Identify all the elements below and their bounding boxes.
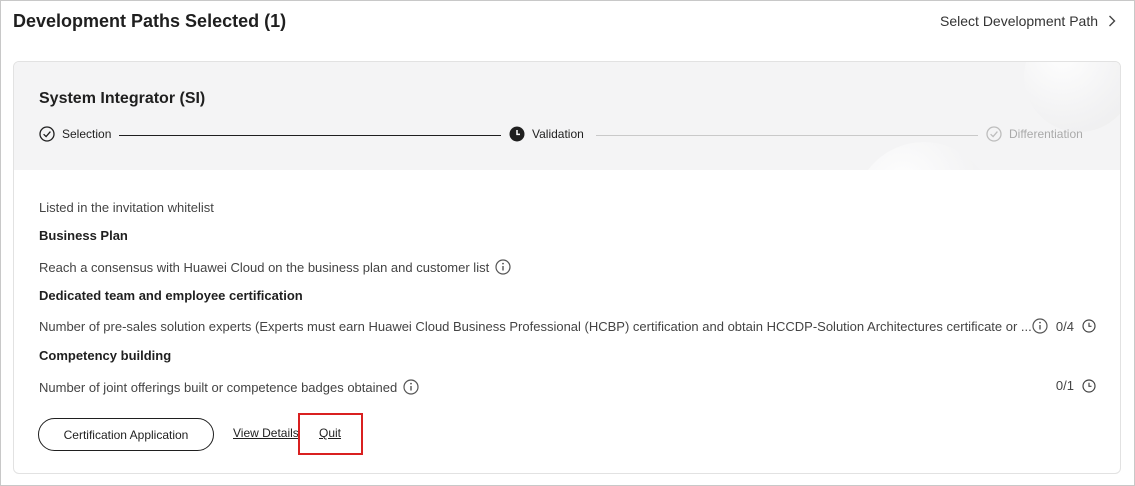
step-differentiation: Differentiation	[986, 126, 1083, 142]
page-frame: Development Paths Selected (1) Select De…	[0, 0, 1135, 486]
clock-filled-icon	[509, 126, 525, 142]
chevron-right-icon	[1109, 15, 1116, 27]
step-connector	[119, 135, 501, 136]
development-path-card: System Integrator (SI) Selection Validat…	[13, 61, 1121, 474]
step-label: Validation	[532, 127, 584, 141]
requirement-text: Number of joint offerings built or compe…	[39, 379, 398, 395]
progress-count: 0/4	[1055, 318, 1074, 334]
requirement-item: Reach a consensus with Huawei Cloud on t…	[39, 259, 511, 275]
select-development-path-label: Select Development Path	[940, 13, 1098, 29]
requirement-text: Reach a consensus with Huawei Cloud on t…	[39, 259, 490, 275]
clock-icon	[1082, 319, 1096, 333]
requirement-item: Number of pre-sales solution experts (Ex…	[39, 319, 1032, 334]
certification-application-button[interactable]: Certification Application	[38, 418, 214, 451]
whitelist-requirement: Listed in the invitation whitelist	[39, 200, 214, 215]
card-header: System Integrator (SI) Selection Validat…	[14, 62, 1120, 170]
page-title: Development Paths Selected (1)	[13, 11, 287, 31]
check-circle-icon	[986, 126, 1002, 142]
section-heading-competency: Competency building	[39, 348, 172, 363]
decorative-bubble	[854, 142, 994, 170]
path-name: System Integrator (SI)	[39, 90, 206, 107]
decorative-bubble	[1024, 62, 1120, 132]
info-icon[interactable]	[1032, 318, 1048, 334]
requirement-progress: 0/1	[1056, 378, 1096, 393]
step-label: Selection	[62, 127, 112, 141]
info-icon[interactable]	[403, 379, 419, 395]
step-validation: Validation	[509, 126, 584, 142]
requirement-progress: 0/4	[1032, 318, 1096, 334]
section-heading-team-certification: Dedicated team and employee certificatio…	[39, 288, 303, 303]
progress-stepper: Selection Validation Differentiation	[39, 126, 1089, 146]
select-development-path-link[interactable]: Select Development Path	[940, 13, 1116, 29]
requirement-item: Number of joint offerings built or compe…	[39, 379, 419, 395]
view-details-link[interactable]: View Details	[233, 426, 299, 440]
clock-icon	[1082, 378, 1096, 393]
step-connector	[596, 135, 978, 136]
info-icon[interactable]	[495, 259, 511, 275]
check-circle-icon	[39, 126, 55, 142]
step-label: Differentiation	[1009, 127, 1083, 141]
section-heading-business-plan: Business Plan	[39, 228, 128, 243]
requirement-text: Number of pre-sales solution experts (Ex…	[39, 319, 1032, 334]
step-selection: Selection	[39, 126, 111, 142]
progress-count: 0/1	[1055, 378, 1074, 393]
quit-link[interactable]: Quit	[319, 426, 341, 440]
